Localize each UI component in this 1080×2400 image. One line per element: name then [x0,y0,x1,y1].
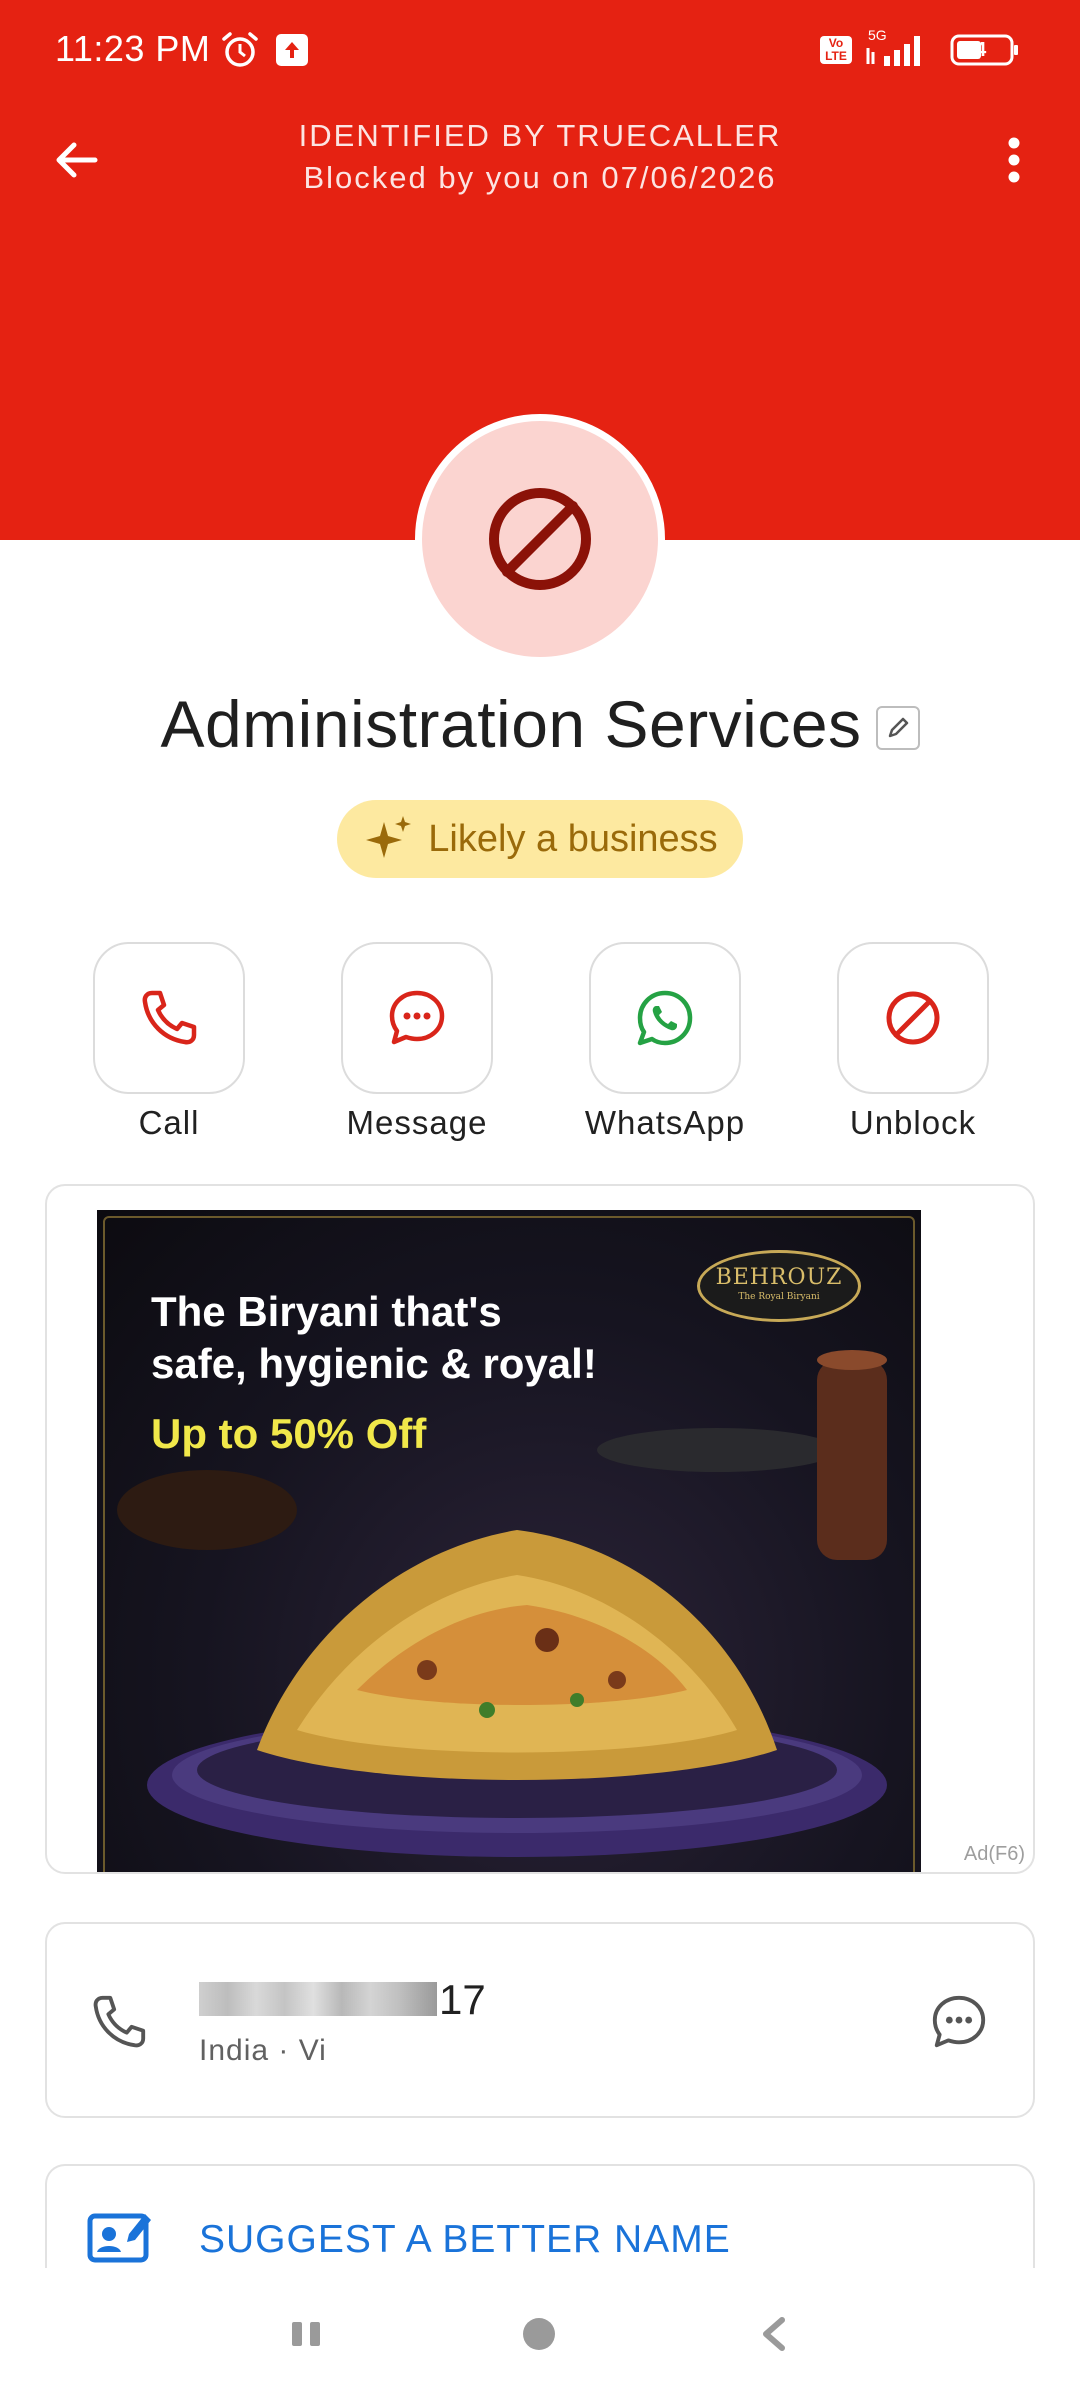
alarm-icon [222,32,258,67]
battery-icon: 44 [950,34,1020,66]
block-icon [886,991,940,1045]
edit-name-button[interactable] [875,706,920,750]
back-nav-icon[interactable] [758,2316,788,2352]
message-button[interactable] [341,942,493,1094]
call-button[interactable] [93,942,245,1094]
ad-headline: The Biryani that's safe, hygienic & roya… [151,1286,597,1390]
whatsapp-icon [637,990,693,1046]
whatsapp-label: WhatsApp [584,1104,746,1141]
call-label: Call [138,1104,200,1141]
block-icon [489,488,591,590]
status-time: 11:23 PM [55,28,211,69]
arrow-left-icon [56,142,98,178]
redacted-phone-number [199,1982,437,2016]
call-action[interactable]: Call [69,942,269,1142]
phone-number-details: India · Vi [199,2034,327,2067]
sparkle-icon [366,816,412,858]
suggest-name-label: SUGGEST A BETTER NAME [199,2218,731,2261]
whatsapp-action[interactable]: WhatsApp [565,942,765,1142]
ad-offer: Up to 50% Off [151,1410,427,1457]
brand-logo-name: BEHROUZ [715,1265,843,1290]
phone-number-card[interactable]: 17 India · Vi [45,1922,1035,2118]
status-bar: 11:23 PM Vo LTE 5G 44 [0,0,1080,100]
ad-headline-line1: The Biryani that's [151,1288,502,1335]
contact-avatar [415,414,665,664]
contact-name: Administration Services [160,687,862,761]
pencil-icon [888,717,908,738]
phone-icon [93,1995,146,2048]
unblock-label: Unblock [849,1104,977,1141]
more-vert-icon [1008,137,1020,183]
signal-icon: 5G [866,27,920,66]
likely-business-label: Likely a business [428,817,718,860]
upload-icon [276,34,308,66]
unblock-button[interactable] [837,942,989,1094]
back-button[interactable] [40,124,112,196]
ad-card[interactable]: The Biryani that's safe, hygienic & roya… [45,1184,1035,1874]
message-icon[interactable] [929,1992,989,2052]
recents-icon[interactable] [290,2320,322,2348]
edit-contact-icon [87,2213,151,2263]
brand-logo: BEHROUZ The Royal Biryani [697,1250,861,1322]
volte-label: Vo LTE [825,36,847,63]
unblock-action[interactable]: Unblock [813,942,1013,1142]
volte-icon: Vo LTE [820,36,852,64]
network-label: 5G [868,27,887,43]
suggest-name-card[interactable]: SUGGEST A BETTER NAME [45,2164,1035,2284]
home-icon[interactable] [523,2318,555,2350]
brand-logo-tagline: The Royal Biryani [738,1292,820,1302]
phone-icon [142,990,197,1045]
whatsapp-button[interactable] [589,942,741,1094]
message-icon [389,990,445,1045]
more-options-button[interactable] [978,124,1050,196]
header-subtitle: Blocked by you on 07/06/2026 [303,160,777,195]
phone-number-suffix: 17 [439,1976,486,2023]
battery-level: 44 [964,39,987,61]
message-action[interactable]: Message [317,942,517,1142]
likely-business-tag: Likely a business [337,800,743,878]
ad-image[interactable]: The Biryani that's safe, hygienic & roya… [97,1210,921,1872]
ad-headline-line2: safe, hygienic & royal! [151,1340,597,1387]
ad-badge: Ad(F6) [963,1843,1025,1865]
message-label: Message [346,1104,488,1141]
contact-name-row: Administration Services [0,686,1080,762]
header-title: IDENTIFIED BY TRUECALLER [298,118,782,153]
system-nav-bar [0,2268,1080,2400]
